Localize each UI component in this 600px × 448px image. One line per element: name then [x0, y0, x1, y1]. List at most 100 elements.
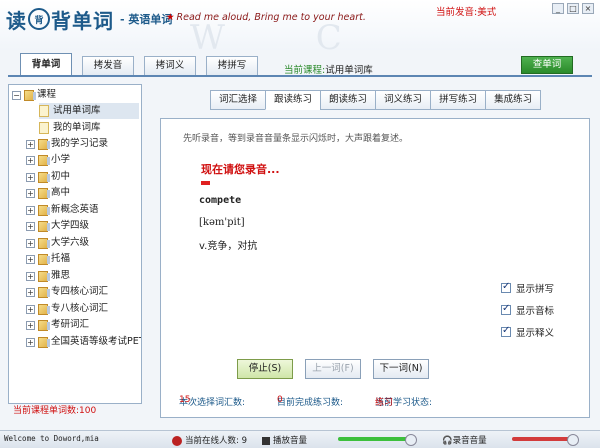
record-volume-slider[interactable]	[512, 434, 579, 446]
tree-item-senior[interactable]: + 高中	[26, 185, 70, 201]
collapse-icon[interactable]: −	[12, 90, 21, 100]
tree-item-label: 高中	[51, 187, 71, 198]
book-icon	[38, 138, 50, 150]
slogan: ★ Read me aloud, Bring me to your heart.	[166, 12, 366, 23]
expand-icon[interactable]: +	[26, 139, 35, 149]
done-count-label: 目前完成练习数:	[277, 398, 344, 408]
tree-item-label: 我的单词库	[53, 122, 101, 133]
tree-root[interactable]: − 课程	[12, 87, 56, 103]
logo-badge: 背	[28, 8, 50, 30]
stop-button[interactable]: 停止(S)	[237, 359, 293, 379]
header-watermark: W C	[190, 18, 382, 58]
tab-pronunciation-test[interactable]: 拷发音	[82, 56, 134, 75]
record-volume: 🎧录音音量	[442, 434, 487, 446]
study-state-value: 练习	[375, 398, 394, 408]
tree-item-primary[interactable]: + 小学	[26, 152, 70, 168]
app-header: W C 读 背 背单词 - 英语单词 ★ Read me aloud, Bring…	[0, 0, 600, 58]
checkbox-checked-icon[interactable]	[501, 303, 511, 315]
tab-follow-read[interactable]: 跟读练习	[265, 90, 322, 110]
tree-item-label: 雅思	[51, 270, 71, 281]
checkbox-checked-icon[interactable]	[501, 281, 511, 293]
online-count-text: 当前在线人数: 9	[185, 436, 247, 446]
done-count-value: 0	[277, 395, 283, 405]
expand-icon[interactable]: +	[26, 205, 35, 215]
online-count: 当前在线人数: 9	[172, 434, 247, 446]
tab-meaning-practice[interactable]: 词义练习	[375, 90, 432, 110]
tree-item-pets[interactable]: + 全国英语等级考试PETS	[26, 334, 141, 350]
checkbox-label: 显示释义	[516, 328, 555, 339]
word-meaning: v.竞争，对抗	[199, 241, 258, 252]
checkbox-checked-icon[interactable]	[501, 325, 511, 337]
expand-icon[interactable]: +	[26, 238, 35, 248]
book-icon	[38, 237, 50, 249]
expand-icon[interactable]: +	[26, 271, 35, 281]
tree-item-label: 专八核心词汇	[51, 303, 109, 314]
tree-item-label: 专四核心词汇	[51, 286, 109, 297]
expand-icon[interactable]: +	[26, 172, 35, 182]
selected-count-value: 15	[179, 395, 191, 405]
expand-icon[interactable]: +	[26, 320, 35, 330]
practice-tabs: 词汇选择 跟读练习 朗读练习 词义练习 拼写练习 集成练习	[210, 90, 542, 110]
tree-item-label: 托福	[51, 253, 71, 264]
show-phonetic-checkbox[interactable]: 显示音标	[501, 299, 554, 321]
tab-spelling-test[interactable]: 拷拼写	[206, 56, 258, 75]
book-icon	[24, 89, 36, 101]
book-icon	[38, 204, 50, 216]
book-icon	[38, 303, 50, 315]
tree-item-my-bank[interactable]: 我的单词库	[39, 120, 101, 136]
welcome-text: Welcome to Doword,mia	[4, 434, 99, 443]
tree-item-tem8[interactable]: + 专八核心词汇	[26, 301, 108, 317]
tree-item-toefl[interactable]: + 托福	[26, 251, 70, 267]
tree-item-nce[interactable]: + 新概念英语	[26, 202, 99, 218]
tree-item-junior[interactable]: + 初中	[26, 169, 70, 185]
status-bar: Welcome to Doword,mia 当前在线人数: 9 播放音量 🎧录音…	[0, 430, 600, 448]
minimize-button[interactable]: _	[552, 3, 564, 14]
page-icon	[39, 122, 49, 134]
app-logo: 读 背 背单词 - 英语单词	[6, 4, 172, 34]
next-word-button[interactable]: 下一词(N)	[373, 359, 429, 379]
tree-item-cet6[interactable]: + 大学六级	[26, 235, 89, 251]
tree-item-label: 新概念英语	[51, 204, 99, 215]
expand-icon[interactable]: +	[26, 221, 35, 231]
prev-word-button[interactable]: 上一词(F)	[305, 359, 361, 379]
tab-meaning-test[interactable]: 拷词义	[144, 56, 196, 75]
expand-icon[interactable]: +	[26, 337, 35, 347]
logo-char: 读	[6, 8, 27, 33]
playback-volume: 播放音量	[262, 434, 307, 446]
tab-spelling-practice[interactable]: 拼写练习	[430, 90, 487, 110]
practice-buttons: 停止(S) 上一词(F) 下一词(N)	[237, 359, 429, 379]
book-icon	[38, 154, 50, 166]
tab-integrated-practice[interactable]: 集成练习	[485, 90, 542, 110]
tree-root-label: 课程	[37, 89, 57, 100]
tree-item-cet4[interactable]: + 大学四级	[26, 218, 89, 234]
tree-item-history[interactable]: + 我的学习记录	[26, 136, 108, 152]
display-options: 显示拼写 显示音标 显示释义	[501, 277, 554, 343]
tab-read-aloud[interactable]: 朗读练习	[320, 90, 377, 110]
expand-icon[interactable]: +	[26, 254, 35, 264]
tab-memorize[interactable]: 背单词	[20, 53, 72, 75]
show-spelling-checkbox[interactable]: 显示拼写	[501, 277, 554, 299]
tree-item-tem4[interactable]: + 专四核心词汇	[26, 284, 108, 300]
tree-item-ielts[interactable]: + 雅思	[26, 268, 70, 284]
book-icon	[38, 286, 50, 298]
course-tree[interactable]: − 课程 试用单词库 我的单词库 + 我的学习记录 + 小学 + 初中 + 高中…	[8, 84, 142, 404]
practice-panel: 先听录音，等到录音音量条显示闪烁时，大声跟着复述。 现在请您录音... comp…	[160, 118, 590, 418]
star-icon: ★	[166, 12, 175, 23]
close-button[interactable]: ×	[582, 3, 594, 14]
current-voice[interactable]: 当前发音:美式	[436, 4, 496, 18]
expand-icon[interactable]: +	[26, 287, 35, 297]
expand-icon[interactable]: +	[26, 155, 35, 165]
headset-icon: 🎧	[442, 436, 453, 446]
expand-icon[interactable]: +	[26, 188, 35, 198]
playback-volume-label: 播放音量	[273, 436, 308, 446]
show-meaning-checkbox[interactable]: 显示释义	[501, 321, 554, 343]
lookup-word-button[interactable]: 查单词	[521, 56, 573, 74]
expand-icon[interactable]: +	[26, 304, 35, 314]
tab-vocab-select[interactable]: 词汇选择	[210, 90, 267, 110]
maximize-button[interactable]: □	[567, 3, 579, 14]
tree-item-trial-bank[interactable]: 试用单词库	[39, 103, 139, 119]
playback-volume-slider[interactable]	[338, 434, 417, 446]
tree-item-postgrad[interactable]: + 考研词汇	[26, 317, 89, 333]
record-volume-label: 录音音量	[452, 436, 487, 446]
book-icon	[38, 336, 50, 348]
